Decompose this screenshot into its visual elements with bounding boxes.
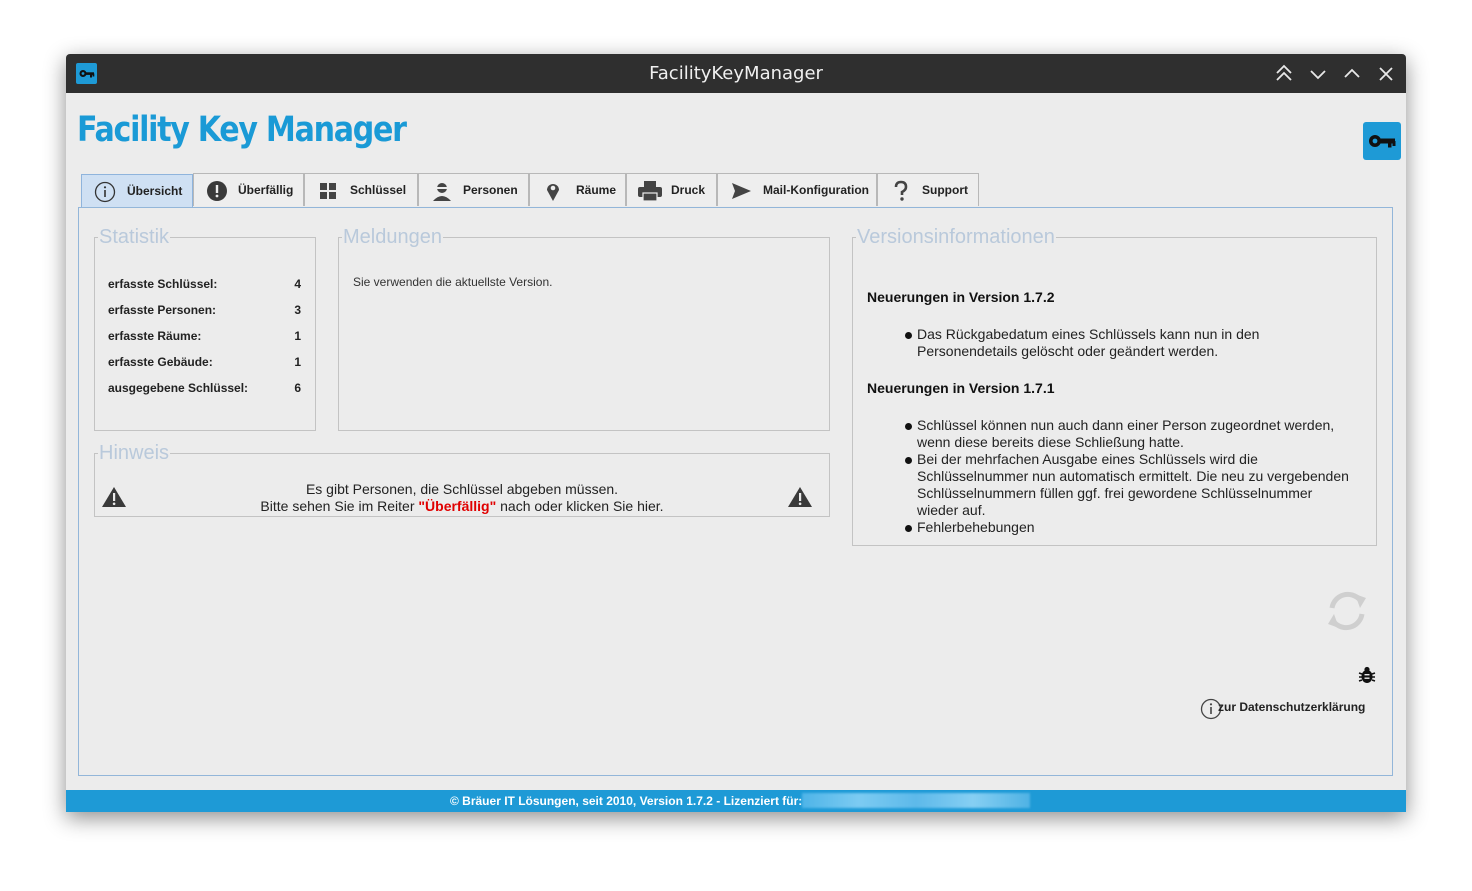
- stat-label: erfasste Personen:: [108, 303, 217, 317]
- versions-legend: Versionsinformationen: [857, 226, 1055, 248]
- warning-icon: [787, 485, 813, 509]
- printer-icon: [637, 180, 663, 202]
- version-item: Schlüssel können nun auch dann einer Per…: [903, 417, 1353, 451]
- hinweis-legend: Hinweis: [99, 442, 170, 464]
- version-heading: Neuerungen in Version 1.7.2: [867, 289, 1055, 305]
- statistik-legend: Statistik: [99, 226, 170, 248]
- stat-label: erfasste Räume:: [108, 329, 202, 343]
- hinweis-text: Es gibt Personen, die Schlüssel abgeben …: [305, 481, 619, 497]
- info-icon: [94, 181, 116, 203]
- tab-label: Übersicht: [127, 184, 183, 198]
- bug-icon[interactable]: [1357, 665, 1377, 685]
- key-icon: [1363, 122, 1401, 160]
- version-item: Fehlerbehebungen: [903, 519, 1353, 536]
- tab-uebersicht[interactable]: Übersicht: [81, 174, 193, 207]
- stat-label: ausgegebene Schlüssel:: [108, 381, 249, 395]
- tab-label: Support: [922, 183, 968, 197]
- stat-value: 6: [294, 381, 301, 395]
- hinweis-suffix: nach oder klicken Sie hier.: [496, 498, 664, 514]
- refresh-icon[interactable]: [1322, 586, 1372, 636]
- meldungen-panel: Meldungen Sie verwenden die aktuellste V…: [338, 226, 830, 431]
- close-icon[interactable]: [1374, 62, 1398, 86]
- tab-label: Mail-Konfiguration: [763, 183, 869, 197]
- stat-value: 3: [294, 303, 301, 317]
- minimize-icon[interactable]: [1306, 62, 1330, 86]
- tab-mail-konfiguration[interactable]: Mail-Konfiguration: [717, 173, 877, 206]
- stat-label: erfasste Schlüssel:: [108, 277, 218, 291]
- version-item: Bei der mehrfachen Ausgabe eines Schlüss…: [903, 451, 1353, 519]
- window-title: FacilityKeyManager: [649, 63, 823, 84]
- tab-label: Räume: [576, 183, 617, 197]
- tab-schluessel[interactable]: Schlüssel: [304, 173, 418, 206]
- stat-value: 1: [294, 329, 301, 343]
- hinweis-link-line[interactable]: Bitte sehen Sie im Reiter "Überfällig" n…: [95, 498, 829, 514]
- keep-above-icon[interactable]: [1272, 62, 1296, 86]
- version-list: Das Rückgabedatum eines Schlüssels kann …: [903, 326, 1353, 360]
- tab-label: Druck: [671, 183, 706, 197]
- hinweis-prefix: Bitte sehen Sie im Reiter: [260, 498, 419, 514]
- tab-personen[interactable]: Personen: [418, 173, 529, 206]
- question-icon: [890, 180, 912, 202]
- status-footer: © Bräuer IT Lösungen, seit 2010, Version…: [66, 790, 1406, 812]
- alert-circle-icon: [206, 180, 228, 202]
- footer-text: © Bräuer IT Lösungen, seit 2010, Version…: [450, 794, 803, 808]
- tab-label: Überfällig: [238, 183, 294, 197]
- statistik-panel: Statistik erfasste Schlüssel: 4 erfasste…: [94, 226, 316, 431]
- ueberfaellig-link[interactable]: "Überfällig": [418, 498, 496, 514]
- stat-label: erfasste Gebäude:: [108, 355, 213, 369]
- app-window: FacilityKeyManager Facility Key Manager …: [66, 54, 1406, 812]
- datenschutz-link[interactable]: zur Datenschutzerklärung: [1218, 700, 1365, 714]
- title-bar[interactable]: FacilityKeyManager: [66, 54, 1406, 93]
- person-icon: [431, 180, 453, 202]
- license-holder-redacted: [802, 793, 1030, 808]
- tab-content-uebersicht: Statistik erfasste Schlüssel: 4 erfasste…: [78, 207, 1393, 776]
- tab-support[interactable]: Support: [877, 173, 979, 206]
- map-pin-icon: [542, 180, 564, 202]
- meldung-text: Sie verwenden die aktuellste Version.: [353, 275, 553, 289]
- stat-value: 4: [294, 277, 301, 291]
- maximize-icon[interactable]: [1340, 62, 1364, 86]
- app-title: Facility Key Manager: [77, 110, 407, 150]
- send-icon: [730, 180, 752, 202]
- tab-label: Personen: [463, 183, 518, 197]
- versionsinformationen-panel: Versionsinformationen Neuerungen in Vers…: [852, 226, 1377, 546]
- tab-raeume[interactable]: Räume: [529, 173, 626, 206]
- meldungen-legend: Meldungen: [343, 226, 442, 248]
- version-list: Schlüssel können nun auch dann einer Per…: [903, 417, 1353, 536]
- version-heading: Neuerungen in Version 1.7.1: [867, 380, 1055, 396]
- hinweis-panel[interactable]: Hinweis Es gibt Personen, die Schlüssel …: [94, 442, 830, 517]
- tab-ueberfaellig[interactable]: Überfällig: [193, 173, 304, 206]
- grid-icon: [317, 180, 339, 202]
- tab-label: Schlüssel: [350, 183, 407, 197]
- tab-druck[interactable]: Druck: [626, 173, 717, 206]
- stat-value: 1: [294, 355, 301, 369]
- version-item: Das Rückgabedatum eines Schlüssels kann …: [903, 326, 1353, 360]
